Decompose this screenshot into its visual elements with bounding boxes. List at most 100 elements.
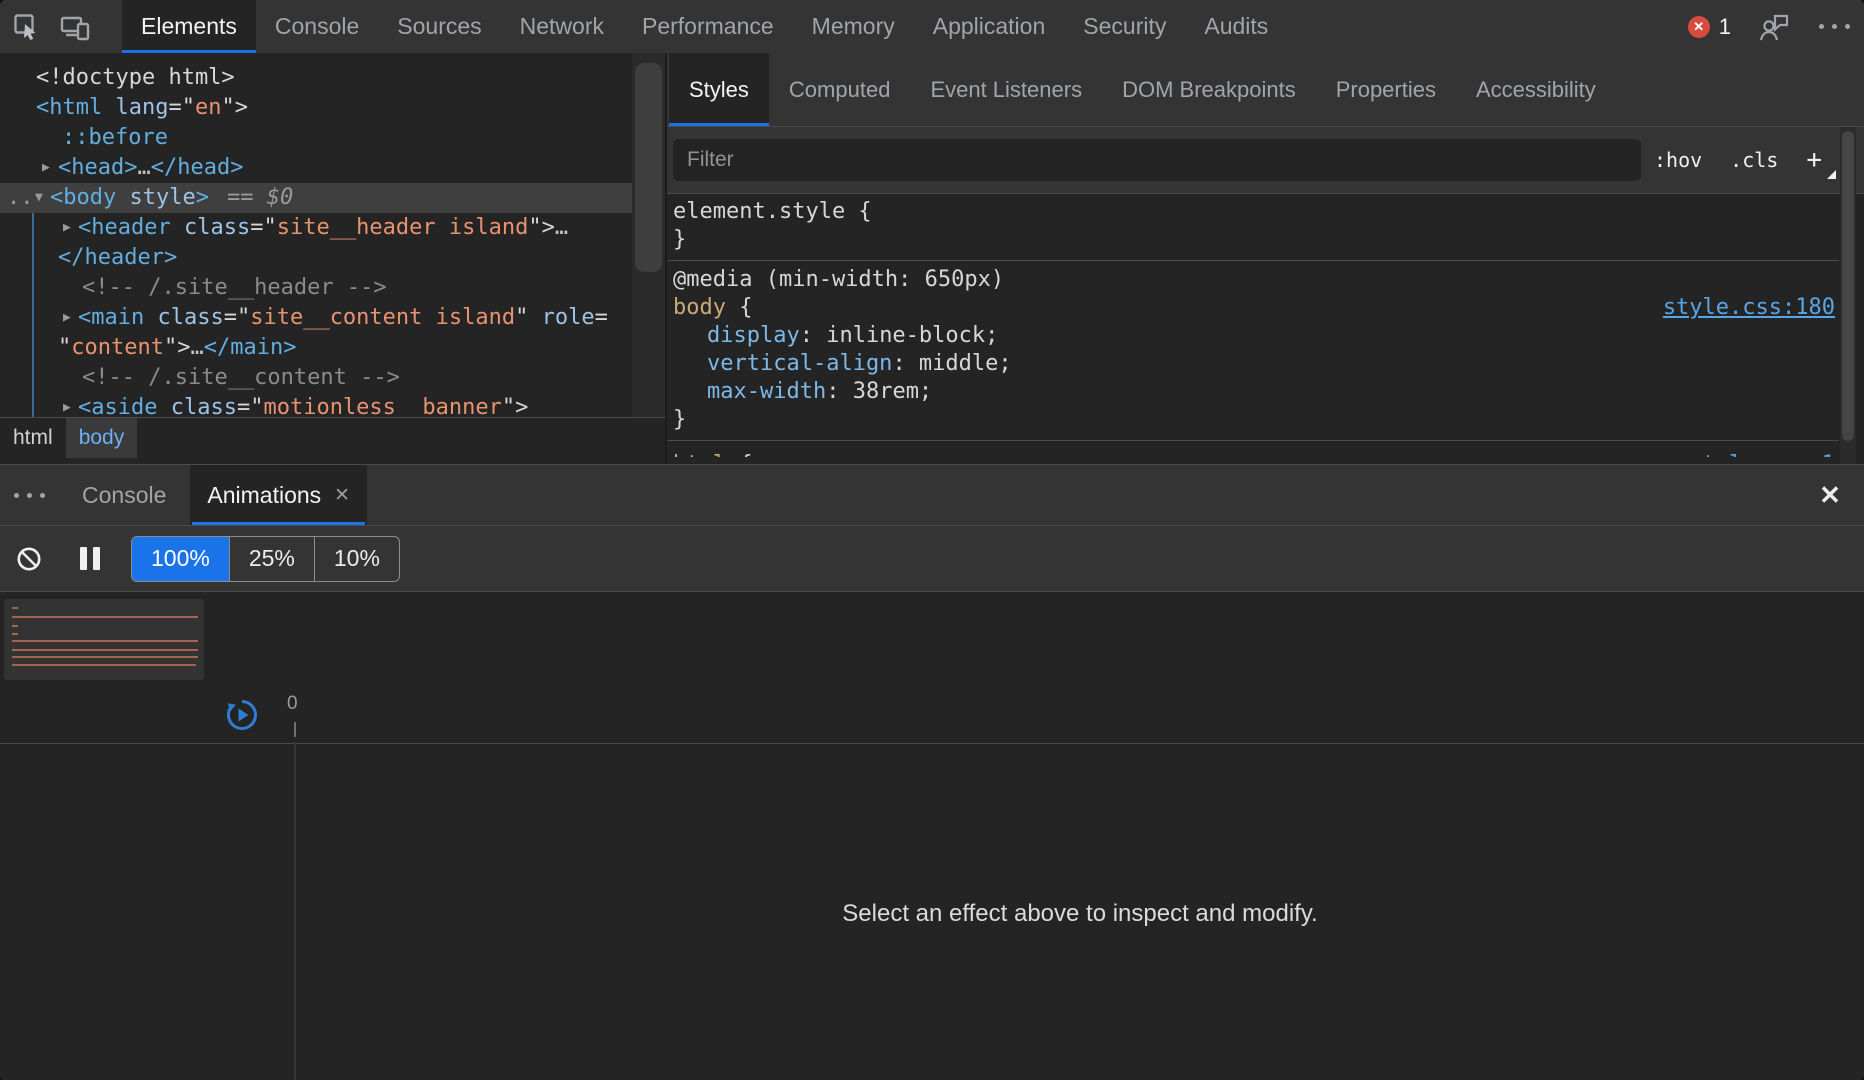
css-line[interactable]: html {style.css:1	[667, 451, 1839, 457]
tab-memory[interactable]: Memory	[793, 0, 914, 53]
empty-state-message: Select an effect above to inspect and mo…	[296, 900, 1864, 928]
css-source-link[interactable]: style.css:180	[1663, 294, 1835, 322]
code-segment-tag: </main>	[204, 335, 297, 360]
elements-scrollbar[interactable]	[632, 53, 665, 417]
dom-node-text: <header class="site__header island">…	[78, 213, 568, 243]
dom-tree-row[interactable]: <html lang="en">	[0, 93, 632, 123]
breadcrumb-item-body[interactable]: body	[66, 418, 138, 458]
dom-tree-row[interactable]: <!doctype html>	[0, 63, 632, 93]
dom-tree-row[interactable]: ▶<header class="site__header island">…	[0, 213, 632, 243]
clear-all-animations-icon[interactable]	[16, 546, 42, 572]
css-line[interactable]: vertical-align: middle;	[667, 350, 1839, 378]
playback-rate-10-[interactable]: 10%	[314, 537, 399, 581]
animation-preview-thumbnail[interactable]	[4, 599, 204, 680]
playback-rate-group: 100%25%10%	[131, 536, 400, 582]
sidebar-tab-accessibility[interactable]: Accessibility	[1456, 53, 1616, 126]
code-segment-ellipsis: …	[137, 155, 150, 180]
code-segment-plain: "	[58, 335, 71, 360]
dom-tree-row[interactable]: <!-- /.site__header -->	[0, 273, 632, 303]
css-line[interactable]: body {style.css:180	[667, 294, 1839, 322]
dom-tree-row[interactable]: ▶<head>…</head>	[0, 153, 632, 183]
css-line[interactable]: display: inline-block;	[667, 322, 1839, 350]
dom-tree-row[interactable]: ..▼<body style>== $0	[0, 183, 632, 213]
dom-node-text: <!-- /.site__content -->	[82, 363, 400, 393]
css-line[interactable]: element.style {	[667, 198, 1839, 226]
styles-scroll-thumb[interactable]	[1842, 131, 1854, 441]
code-segment-comment: <!-- /.site__content -->	[82, 365, 400, 390]
error-badge[interactable]: ✕	[1688, 16, 1710, 38]
tab-close-icon[interactable]: ✕	[334, 484, 350, 507]
timeline-tick	[294, 722, 296, 737]
toggle-class-button[interactable]: .cls	[1730, 148, 1778, 172]
drawer-close-icon[interactable]: ✕	[1808, 465, 1852, 525]
styles-scrollbar[interactable]	[1840, 127, 1856, 465]
new-style-rule-button[interactable]: +	[1806, 145, 1830, 175]
drawer-tab-bar: Console Animations ✕ ✕	[0, 465, 1864, 526]
code-segment-plain: : middle;	[892, 351, 1011, 376]
sidebar-tab-dom-breakpoints[interactable]: DOM Breakpoints	[1102, 53, 1316, 126]
inspect-element-icon[interactable]	[4, 0, 50, 53]
dom-tree-row[interactable]: ▶<aside class="motionless__banner">	[0, 393, 632, 417]
tab-audits[interactable]: Audits	[1185, 0, 1287, 53]
more-menu-icon[interactable]	[1819, 24, 1850, 29]
drawer-tab-label: Animations	[207, 482, 321, 509]
dom-node-text: <!-- /.site__header -->	[82, 273, 387, 303]
code-segment-plain: }	[673, 407, 686, 432]
css-rules-list: element.style {}@media (min-width: 650px…	[667, 193, 1839, 465]
css-line[interactable]: @media (min-width: 650px)	[667, 266, 1839, 294]
playback-rate-100-[interactable]: 100%	[132, 537, 229, 581]
devtools-window: ElementsConsoleSourcesNetworkPerformance…	[0, 0, 1864, 1080]
pause-all-animations-icon[interactable]	[80, 547, 100, 570]
code-segment-plain: ">	[164, 335, 191, 360]
animation-timeline-header: 0	[0, 688, 1864, 744]
dom-tree-row[interactable]: </header>	[0, 243, 632, 273]
drawer-tab-animations[interactable]: Animations ✕	[190, 465, 367, 525]
css-source-link[interactable]: style.css:1	[1689, 451, 1835, 457]
code-segment-comment: <!-- /.site__header -->	[82, 275, 387, 300]
code-segment-val: site__header island	[277, 215, 529, 240]
code-segment-plain: "	[515, 305, 528, 330]
expand-arrow-icon[interactable]: ▶	[63, 393, 71, 417]
sidebar-tab-event-listeners[interactable]: Event Listeners	[910, 53, 1102, 126]
device-toolbar-icon[interactable]	[50, 0, 100, 53]
feedback-icon[interactable]	[1757, 11, 1791, 43]
code-segment-attr: class	[171, 215, 250, 240]
css-line[interactable]: max-width: 38rem;	[667, 378, 1839, 406]
tab-console[interactable]: Console	[256, 0, 378, 53]
code-segment-plain: ">	[502, 395, 529, 417]
tab-security[interactable]: Security	[1064, 0, 1185, 53]
animation-preview-strip	[0, 592, 1864, 688]
error-count[interactable]: 1	[1719, 14, 1731, 40]
css-rule: @media (min-width: 650px)body {style.css…	[667, 261, 1839, 441]
sidebar-tab-computed[interactable]: Computed	[769, 53, 911, 126]
styles-filter-input[interactable]	[673, 139, 1641, 181]
tab-sources[interactable]: Sources	[378, 0, 500, 53]
drawer-more-menu-icon[interactable]	[0, 465, 58, 525]
toggle-pseudo-state-button[interactable]: :hov	[1654, 148, 1702, 172]
tab-performance[interactable]: Performance	[623, 0, 793, 53]
sidebar-tab-styles[interactable]: Styles	[669, 53, 769, 126]
drawer-tab-console[interactable]: Console	[58, 465, 190, 525]
dom-tree-row[interactable]: ::before	[0, 123, 632, 153]
collapse-arrow-icon[interactable]: ▼	[35, 183, 43, 213]
tab-network[interactable]: Network	[501, 0, 623, 53]
dom-node-text: <body style>== $0	[50, 183, 293, 213]
dom-tree-row[interactable]: <!-- /.site__content -->	[0, 363, 632, 393]
replay-icon[interactable]	[224, 697, 260, 738]
dom-tree-row[interactable]: "content">…</main>	[0, 333, 632, 363]
css-line[interactable]: }	[667, 226, 1839, 254]
expand-arrow-icon[interactable]: ▶	[63, 303, 71, 333]
breadcrumb-item-html[interactable]: html	[0, 418, 66, 458]
tree-marker: ..	[7, 183, 34, 213]
tab-application[interactable]: Application	[914, 0, 1065, 53]
code-segment-tag: <main	[78, 305, 144, 330]
expand-arrow-icon[interactable]: ▶	[63, 213, 71, 243]
dom-tree-row[interactable]: ▶<main class="site__content island" role…	[0, 303, 632, 333]
elements-scroll-thumb[interactable]	[635, 63, 662, 272]
playback-rate-25-[interactable]: 25%	[229, 537, 314, 581]
dom-node-text: <main class="site__content island" role=	[78, 303, 608, 333]
expand-arrow-icon[interactable]: ▶	[42, 153, 50, 183]
css-line[interactable]: }	[667, 406, 1839, 434]
sidebar-tab-properties[interactable]: Properties	[1316, 53, 1456, 126]
tab-elements[interactable]: Elements	[122, 0, 256, 53]
